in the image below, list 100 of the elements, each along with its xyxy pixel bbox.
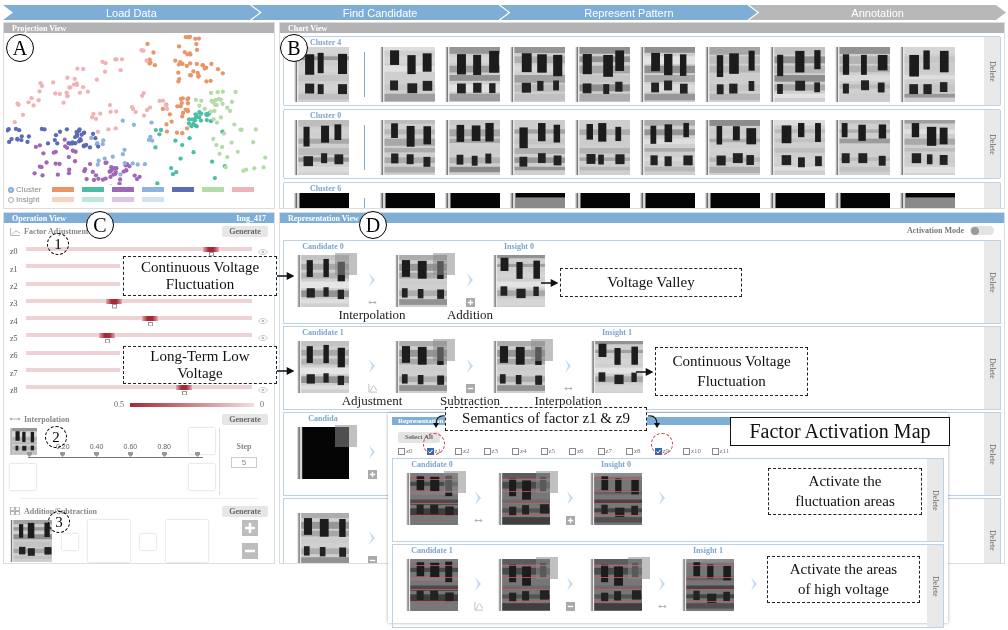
step-label: Candidate 0: [302, 242, 344, 253]
scale-label: 0: [260, 400, 264, 410]
heatmap-thumbnail: [682, 559, 734, 611]
plus-icon: [244, 521, 256, 534]
heatmap-thumbnail: [705, 120, 760, 175]
chevron-icon: [367, 358, 377, 374]
chevron-icon: [657, 490, 667, 506]
chevron-icon: [657, 576, 667, 592]
panel-title: Representation View: [288, 213, 359, 223]
chevron-icon: [367, 272, 377, 288]
heatmap-thumbnail: [297, 427, 349, 479]
heatmap-thumbnail: [835, 47, 890, 102]
step-field[interactable]: 5: [231, 456, 257, 468]
minus-icon: [367, 556, 377, 563]
operation-label: Addition: [446, 308, 494, 321]
line-chart-icon: [367, 384, 377, 393]
delete-button[interactable]: Delete: [927, 459, 943, 541]
chevron-icon: [473, 490, 483, 506]
factor-label: z6: [10, 351, 19, 361]
delete-button[interactable]: Delete: [984, 37, 1000, 105]
toggle-label: Activation Mode: [906, 226, 964, 235]
factor-label: z1: [10, 264, 19, 274]
heatmap-thumbnail: [770, 120, 825, 175]
panel-title: Projection View: [12, 23, 67, 33]
heatmap-thumbnail: [493, 341, 545, 393]
step-label: Candidate 1: [411, 546, 453, 557]
section-title: Interpolation: [24, 414, 71, 424]
heatmap-thumbnail: [510, 47, 565, 102]
legend-radio[interactable]: Insight: [8, 195, 44, 204]
heatmap-thumbnail: [900, 120, 955, 175]
chevron-icon: [465, 272, 475, 288]
generate-button[interactable]: Generate: [222, 413, 268, 425]
cluster-label: Cluster 6: [310, 184, 343, 193]
delete-button[interactable]: Delete: [984, 241, 1000, 323]
operation-label: Subtraction: [440, 394, 500, 407]
eye-icon[interactable]: [258, 318, 268, 325]
callout: Activate the areas of high voltage: [767, 556, 920, 603]
generate-button[interactable]: Generate: [222, 505, 268, 517]
step-label: Candidate 0: [411, 460, 453, 471]
slider-thumb[interactable]: [203, 246, 220, 257]
step-label: Insight 0: [601, 460, 631, 471]
chevron-icon: [565, 576, 575, 592]
chevron-icon: [749, 576, 759, 592]
heatmap-thumbnail: [380, 47, 435, 102]
heatmap-thumbnail: [406, 559, 458, 611]
heatmap-thumbnail: [640, 120, 695, 175]
chevron-icon: [465, 358, 475, 374]
minus-button[interactable]: [242, 542, 258, 559]
heatmap-thumbnail: [498, 559, 550, 611]
heatmap-thumbnail: [575, 47, 630, 102]
callout: Long-Term Low Voltage: [123, 346, 277, 384]
heatmap-thumbnail: [640, 47, 695, 102]
heatmap-thumbnail: [835, 120, 890, 175]
operation-label: Adjustment: [341, 394, 403, 407]
eye-icon[interactable]: [258, 335, 268, 342]
arrow-icon: [473, 516, 483, 525]
cluster-label: Cluster 4: [310, 38, 343, 47]
chevron-icon: [367, 444, 377, 460]
panel-title: Chart View: [288, 23, 328, 33]
heatmap-thumbnail: [380, 120, 435, 175]
heatmap-thumbnail: [406, 473, 458, 525]
scale-label: 0.5: [114, 400, 124, 410]
generate-button[interactable]: Generate: [222, 226, 268, 238]
toggle-switch[interactable]: [970, 226, 994, 235]
eye-icon[interactable]: [258, 248, 268, 255]
plus-button[interactable]: [242, 519, 258, 536]
arrow-icon: [563, 384, 573, 393]
factor-label: z4: [10, 316, 19, 326]
delete-button[interactable]: Delete: [984, 499, 1000, 563]
delete-button[interactable]: Delete: [927, 545, 943, 627]
delete-button[interactable]: Delete: [984, 413, 1000, 495]
minus-icon: [465, 384, 475, 393]
callout: Activate the fluctuation areas: [768, 468, 922, 515]
heatmap-thumbnail: [395, 255, 447, 307]
heatmap-thumbnail: [445, 120, 500, 175]
heatmap-thumbnail: [10, 427, 37, 455]
heatmap-thumbnail: [445, 47, 500, 102]
image-id: Img_417: [236, 213, 266, 223]
arrow-icon: [367, 298, 377, 307]
plus-icon: [465, 298, 475, 307]
chevron-icon: [565, 490, 575, 506]
legend-radio[interactable]: Cluster: [8, 185, 44, 194]
section-title: Addition/Subtraction: [24, 506, 98, 516]
figure-title: Factor Activation Map: [730, 417, 950, 446]
heatmap-thumbnail: [493, 255, 545, 307]
heatmap-thumbnail: [575, 120, 630, 175]
step-label: Insight 0: [504, 242, 534, 253]
step-label: Candidate 1: [302, 328, 344, 339]
operation-label: Interpolation: [338, 308, 406, 321]
step-label: Insight 1: [693, 546, 723, 557]
delete-button[interactable]: Delete: [984, 110, 1000, 178]
heatmap-thumbnail: [900, 47, 955, 102]
arrow-icon: [657, 602, 667, 611]
plus-icon: [367, 470, 377, 479]
eye-icon[interactable]: [258, 387, 268, 394]
factor-label: z8: [10, 385, 19, 395]
delete-button[interactable]: Delete: [984, 327, 1000, 409]
heatmap-thumbnail: [294, 120, 349, 175]
factor-label: z5: [10, 334, 19, 343]
chevron-icon: [367, 530, 377, 546]
